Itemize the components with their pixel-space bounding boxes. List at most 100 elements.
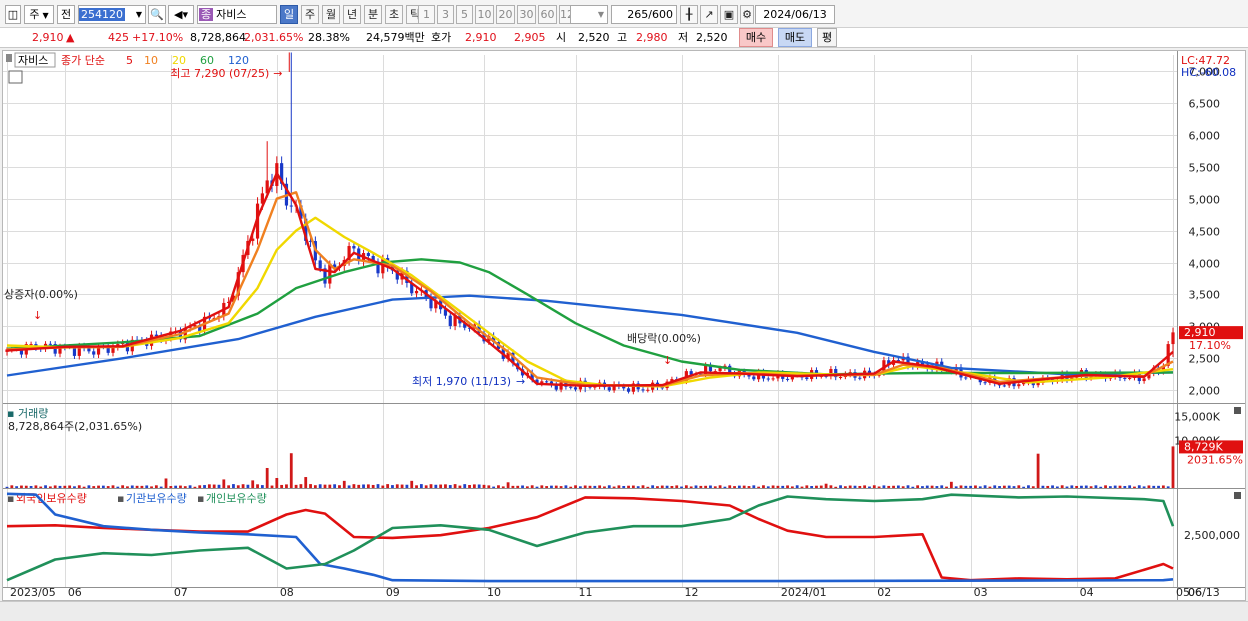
candle-body (1036, 383, 1040, 386)
volume-ratio: 2,031.65% (244, 31, 304, 44)
volume-bar (815, 485, 818, 488)
volume-bar (853, 485, 857, 488)
volume-bar (222, 479, 226, 488)
volume-bar (318, 484, 322, 488)
volume-bar (631, 485, 635, 488)
volume-bar (872, 485, 876, 488)
volume-bar (511, 485, 515, 488)
volume-bar (839, 485, 842, 488)
volume-bar (921, 486, 924, 488)
scroll-bar[interactable] (0, 601, 1248, 621)
count-field[interactable]: 265/600 (611, 5, 677, 24)
period-button-4[interactable]: 분 (364, 5, 382, 24)
volume-bar (487, 485, 491, 488)
volume-value: 8,728,864주(2,031.65%) (8, 420, 142, 433)
sell-button[interactable]: 매도 (778, 28, 812, 47)
chart-app: ◫ 주 ▼ 전 254120 ▼ 🔍 ◀▾ 종 자비스 일 주 월 년 분 초 틱 1 3 5 10 20 3… (0, 0, 1248, 621)
buy-button[interactable]: 매수 (739, 28, 773, 47)
volume-bar (1002, 485, 1006, 488)
market-select[interactable]: 주 ▼ (24, 5, 54, 24)
volume-bar (742, 485, 746, 488)
volume-bar (1108, 486, 1112, 488)
volume-bar (145, 485, 149, 488)
volume-bar (381, 485, 385, 488)
save-icon[interactable]: ▣ (720, 5, 738, 24)
volume-bar (627, 485, 630, 488)
volume-bar (29, 485, 33, 488)
volume-bar (911, 486, 915, 488)
volume-bar (834, 486, 838, 488)
x-tick-label: 2024/01 (781, 586, 827, 599)
volume-bar (1041, 485, 1045, 488)
period-button-0[interactable]: 일 (280, 5, 298, 24)
interval-button-20[interactable]: 20 (496, 5, 515, 24)
candle-body (569, 386, 573, 388)
evaluate-button[interactable]: 평 (817, 28, 837, 47)
search-icon[interactable]: 🔍 (148, 5, 166, 24)
code-input[interactable]: 254120 ▼ (78, 5, 146, 24)
volume-bar (723, 486, 727, 488)
volume-bar (540, 485, 544, 488)
y-tick-label: 5,500 (1189, 162, 1221, 175)
history-icon[interactable]: ◀▾ (168, 5, 194, 24)
chart-area[interactable]: 2,0002,5003,0003,5004,0004,5005,0005,500… (2, 50, 1246, 601)
settings-icon[interactable]: ⚙ (740, 5, 754, 24)
x-axis-end-label: 06/13 (1188, 586, 1220, 599)
volume-bar (607, 485, 611, 488)
volume-bar (978, 486, 982, 488)
volume-bar (150, 486, 153, 488)
low-arrow-icon: → (516, 375, 525, 388)
candle-body (1002, 385, 1006, 387)
volume-bar (593, 485, 597, 488)
candle-body (1017, 384, 1021, 387)
period-button-1[interactable]: 주 (301, 5, 319, 24)
volume-bar (101, 485, 105, 488)
interval-select[interactable]: ▼ (570, 5, 608, 24)
candle-body (1171, 332, 1175, 345)
volume-bar (525, 486, 529, 488)
holding-legend-bullet: ▪ (117, 492, 124, 505)
holding-legend-bullet: ▪ (197, 492, 204, 505)
stock-chart[interactable]: 2,0002,5003,0003,5004,0004,5005,0005,500… (3, 51, 1245, 600)
volume-bar (660, 485, 664, 488)
volume-bar (1147, 485, 1151, 488)
date-field[interactable]: 2024/06/13 (755, 5, 835, 24)
volume-bar (1137, 485, 1141, 488)
last-price-percent: 17.10% (1189, 339, 1231, 352)
volume-bar (309, 484, 312, 488)
volume-bar (675, 485, 679, 488)
volume-bar (819, 485, 823, 488)
candle-type-icon[interactable]: ╂ (680, 5, 698, 24)
period-button-5[interactable]: 초 (385, 5, 403, 24)
volume-bar (232, 484, 235, 488)
interval-button-60[interactable]: 60 (538, 5, 557, 24)
volume-bar (882, 485, 886, 488)
volume-y-tick: 15,000K (1174, 411, 1220, 424)
volume-bar (429, 484, 433, 488)
hoga-label: 호가 (431, 31, 452, 44)
stock-name-field[interactable]: 종 자비스 (197, 5, 277, 24)
interval-button-1[interactable]: 1 (418, 5, 435, 24)
volume-bar (492, 486, 496, 488)
period-button-2[interactable]: 월 (322, 5, 340, 24)
volume-bar (275, 477, 279, 488)
volume-bar (44, 485, 47, 488)
interval-button-30[interactable]: 30 (517, 5, 536, 24)
volume-bar (954, 486, 958, 488)
volume-bar (198, 485, 202, 488)
turnover-rate: 28.38% (308, 31, 350, 44)
period-button-3[interactable]: 년 (343, 5, 361, 24)
interval-button-5[interactable]: 5 (456, 5, 473, 24)
layout-icon[interactable]: ◫ (5, 5, 21, 24)
interval-button-10[interactable]: 10 (475, 5, 494, 24)
legend-ma-label: 종가 단순 (61, 54, 105, 67)
volume-bar (699, 485, 703, 488)
legend-handle-icon (6, 54, 12, 62)
volume-bar (126, 486, 129, 488)
dividend-annotation: 배당락(0.00%) (627, 332, 701, 345)
prev-button[interactable]: 전 (57, 5, 75, 24)
interval-button-3[interactable]: 3 (437, 5, 454, 24)
panel-close-icon (1234, 492, 1241, 499)
line-tool-icon[interactable]: ↗ (700, 5, 718, 24)
volume-bar (1157, 485, 1160, 488)
